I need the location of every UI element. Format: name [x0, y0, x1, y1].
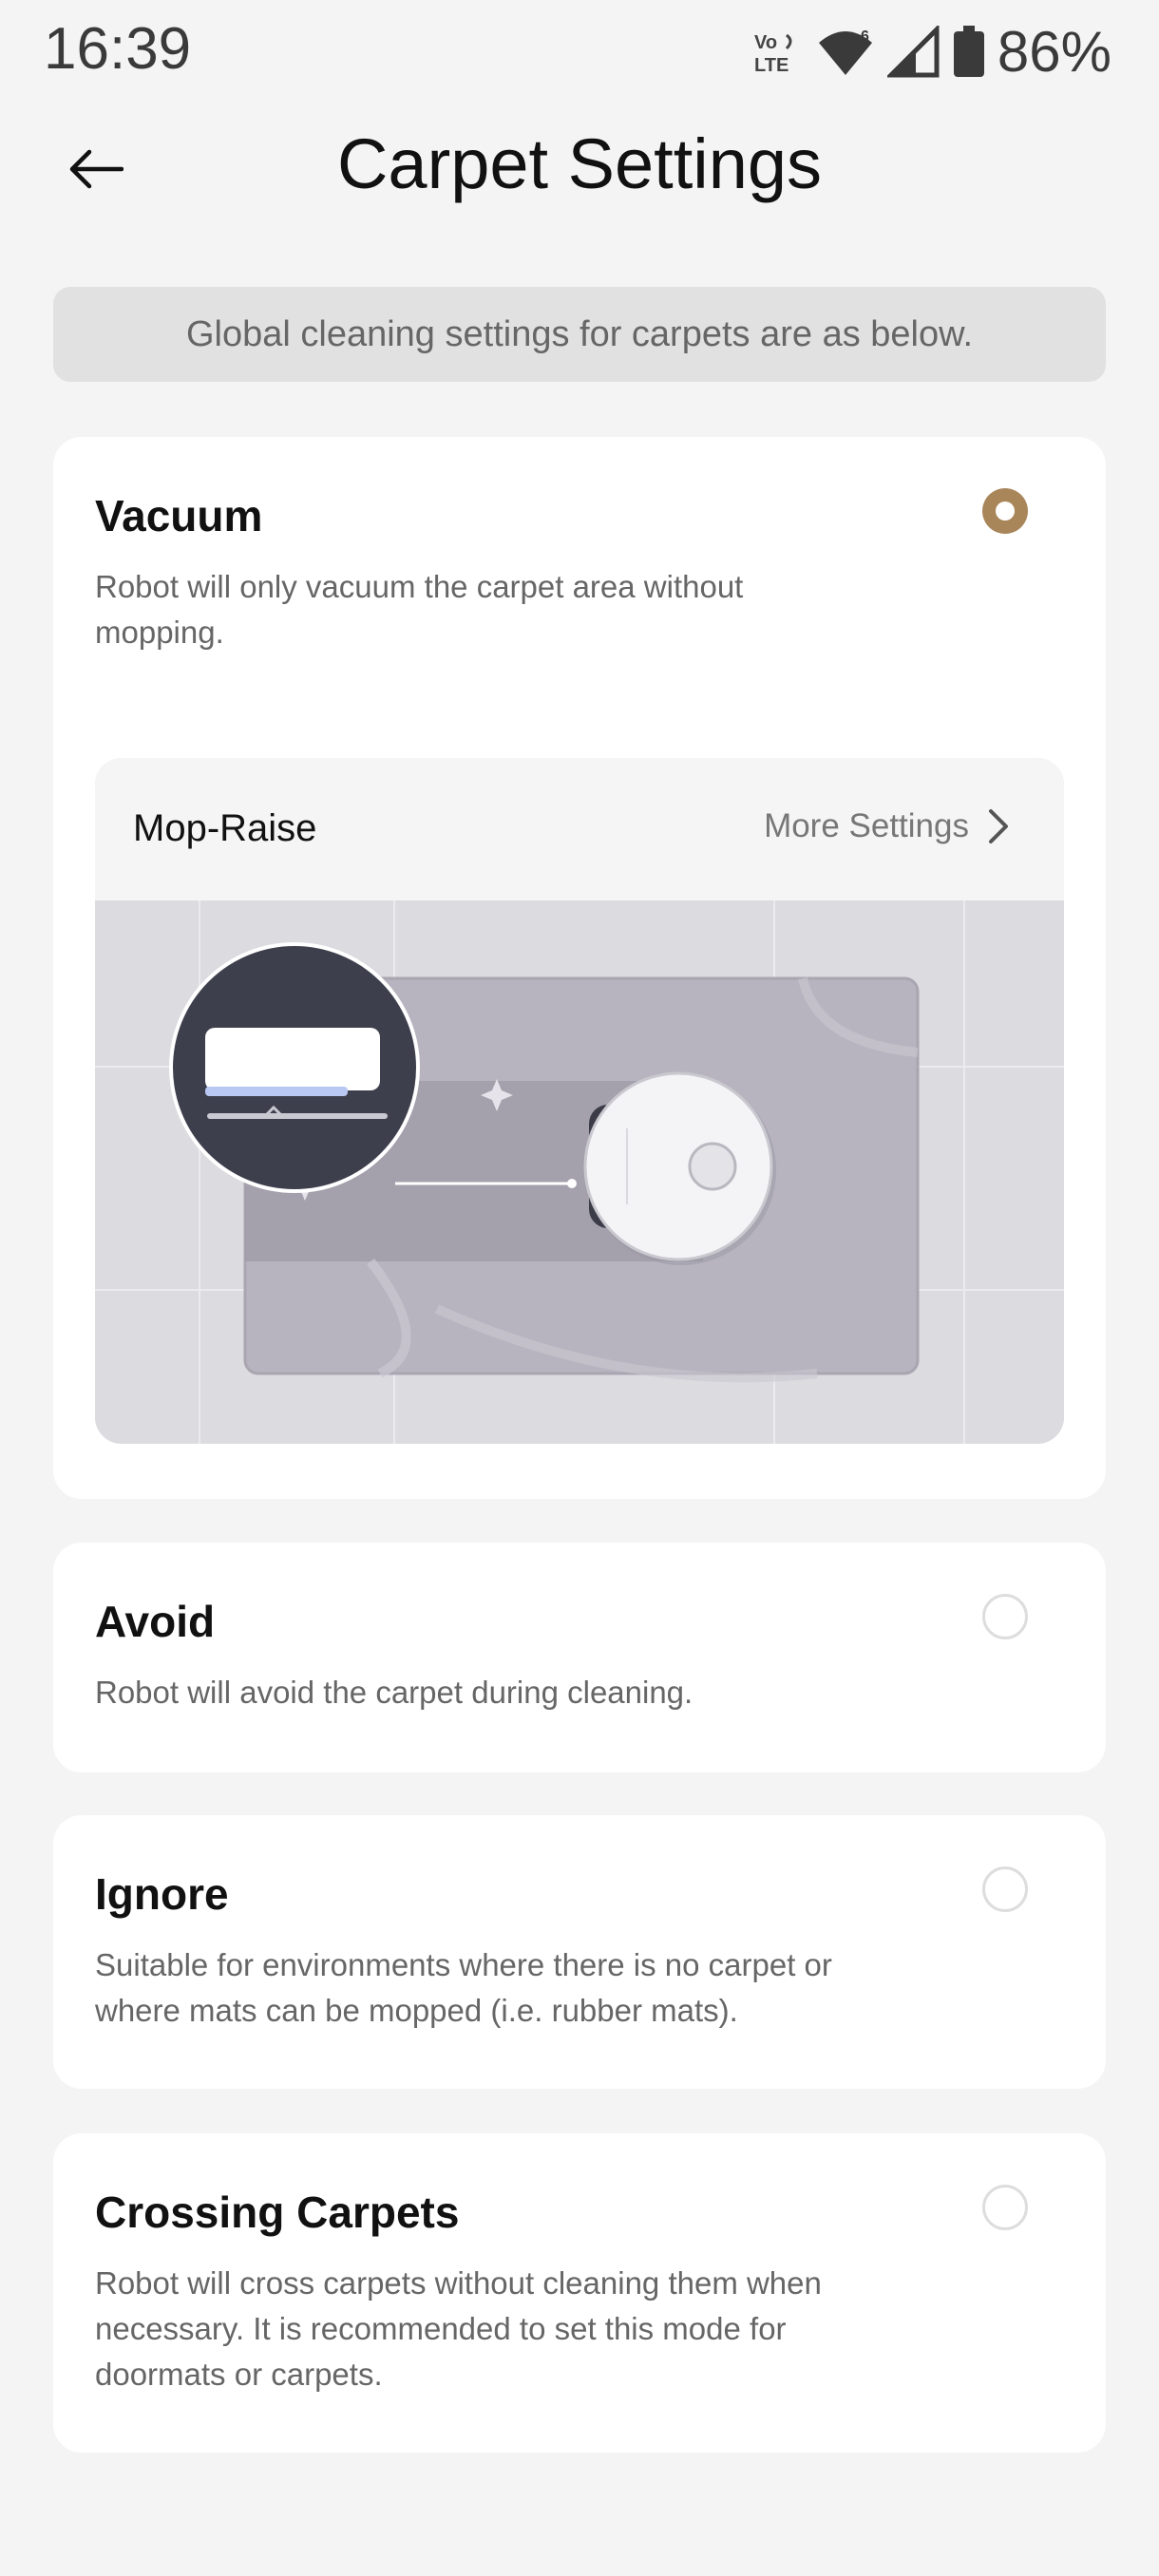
more-settings-link[interactable]: More Settings: [764, 807, 1011, 845]
mop-raise-title: Mop-Raise: [133, 807, 317, 849]
option-card-avoid[interactable]: Avoid Robot will avoid the carpet during…: [53, 1543, 1106, 1772]
signal-icon: [886, 25, 940, 77]
volte-icon: Vo LTE: [754, 32, 792, 76]
option-description: Robot will only vacuum the carpet area w…: [95, 569, 744, 650]
radio-ignore[interactable]: [982, 1866, 1028, 1912]
option-title: Ignore: [95, 1869, 229, 1919]
status-icons: Vo LTE 6 86%: [752, 19, 1112, 85]
status-bar: 16:39 Vo LTE 6 86%: [0, 0, 1159, 104]
radio-vacuum[interactable]: [982, 488, 1028, 534]
option-description: Robot will cross carpets without cleanin…: [95, 2265, 822, 2392]
page-title: Carpet Settings: [336, 124, 823, 203]
option-card-vacuum[interactable]: Vacuum Robot will only vacuum the carpet…: [53, 437, 1106, 1499]
mop-raise-header[interactable]: Mop-Raise More Settings: [95, 758, 1064, 900]
svg-text:LTE: LTE: [754, 55, 788, 76]
svg-text:Vo: Vo: [754, 32, 777, 53]
option-title: Vacuum: [95, 491, 263, 540]
mop-raise-panel: Mop-Raise More Settings: [95, 758, 1064, 1444]
status-time: 16:39: [44, 16, 192, 82]
robot-vacuum-illustration: [583, 1071, 776, 1265]
option-title: Crossing Carpets: [95, 2188, 460, 2237]
option-description: Suitable for environments where there is…: [95, 1947, 832, 2028]
header: Carpet Settings: [0, 114, 1159, 218]
chevron-right-icon: [989, 809, 1008, 843]
option-description: Robot will avoid the carpet during clean…: [95, 1675, 694, 1710]
battery-percent: 86%: [997, 20, 1112, 84]
option-card-ignore[interactable]: Ignore Suitable for environments where t…: [53, 1815, 1106, 2089]
radio-avoid[interactable]: [982, 1594, 1028, 1639]
info-banner: Global cleaning settings for carpets are…: [53, 287, 1106, 382]
option-card-crossing-carpets[interactable]: Crossing Carpets Robot will cross carpet…: [53, 2133, 1106, 2453]
wifi-badge: 6: [861, 28, 869, 45]
battery-icon: [953, 25, 984, 77]
wifi-icon: 6: [818, 28, 872, 75]
radio-crossing-carpets[interactable]: [982, 2185, 1028, 2230]
more-settings-label: More Settings: [764, 807, 969, 844]
option-title: Avoid: [95, 1597, 216, 1646]
mop-raise-illustration: [95, 900, 1064, 1444]
